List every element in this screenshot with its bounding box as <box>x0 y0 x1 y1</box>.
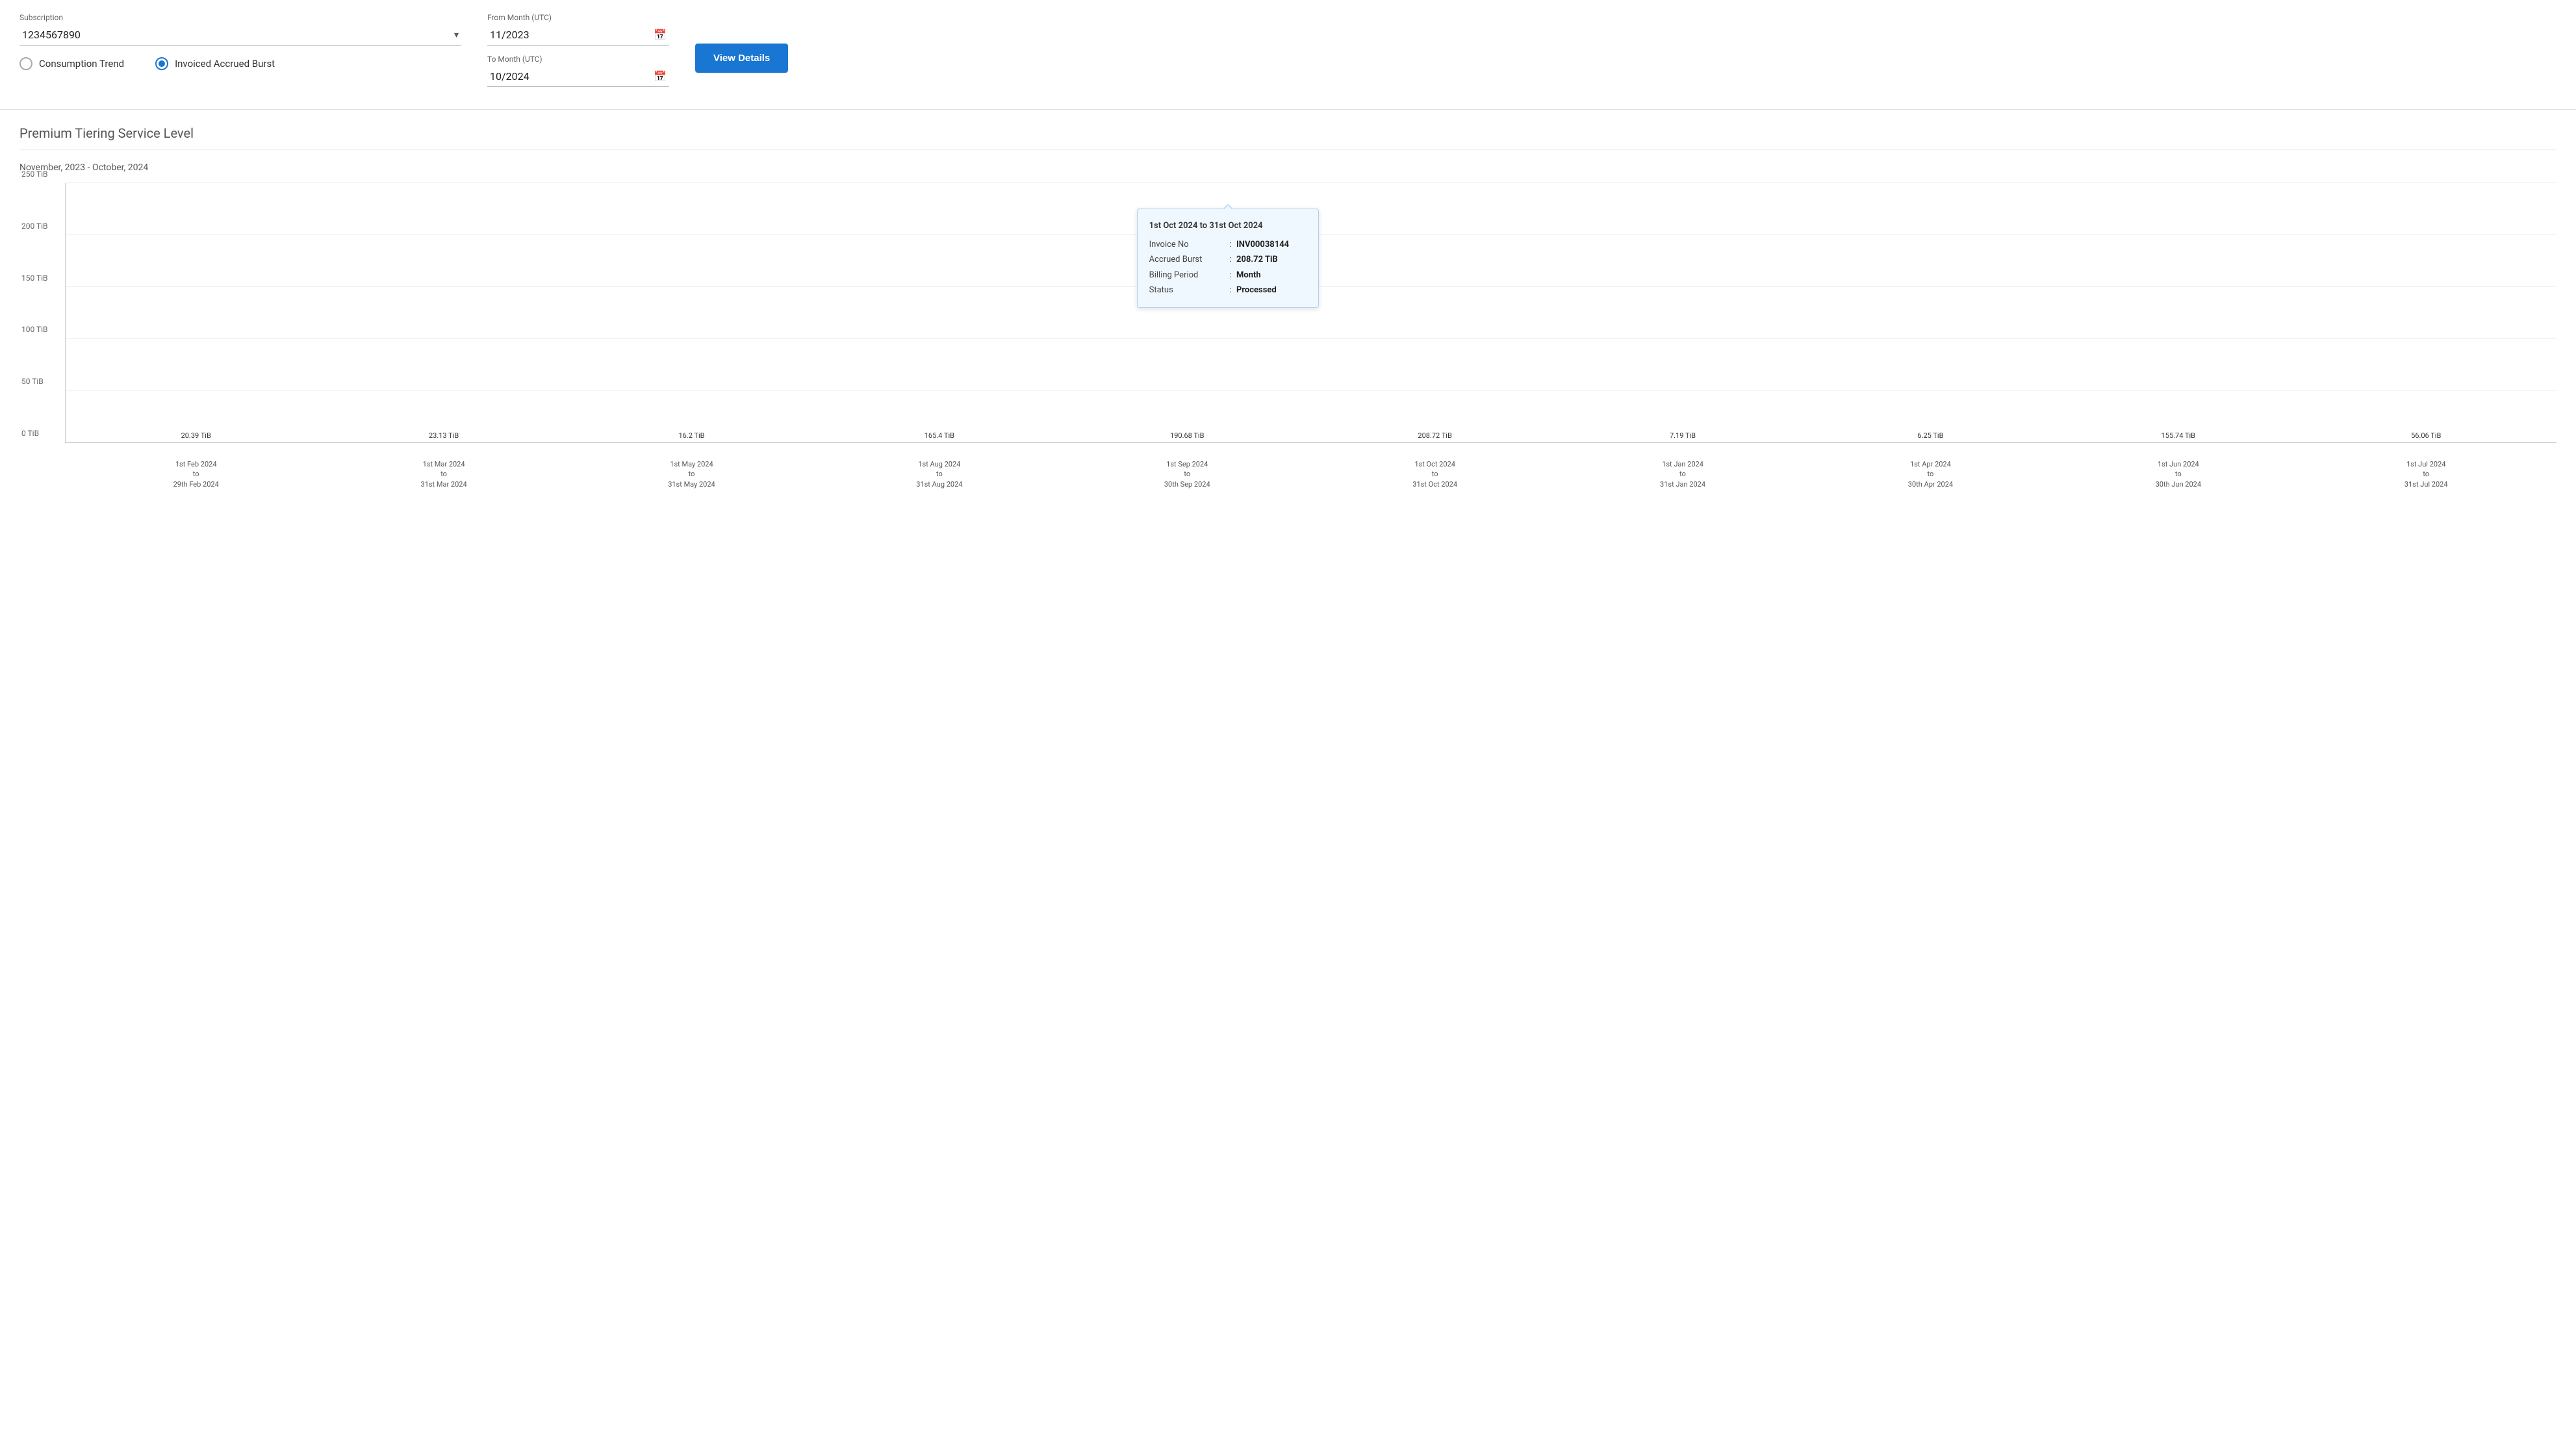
dropdown-arrow-icon: ▾ <box>454 30 459 40</box>
bar-value-label: 165.4 TiB <box>925 431 954 440</box>
bar-x-label: 1st Jan 2024to31st Jan 2024 <box>1660 459 1705 489</box>
from-month-input[interactable]: 11/2023 📅 <box>487 25 669 45</box>
bar-value-label: 190.68 TiB <box>1170 431 1204 440</box>
radio-circle-invoiced <box>155 57 168 70</box>
bar-value-label: 16.2 TiB <box>678 431 704 440</box>
bar-group[interactable]: 20.39 TiB1st Feb 2024to29th Feb 2024 <box>178 431 214 442</box>
view-details-button[interactable]: View Details <box>695 44 788 73</box>
subscription-label: Subscription <box>19 13 461 22</box>
bar-group[interactable]: 165.4 TiB1st Aug 2024to31st Aug 2024 <box>921 431 958 442</box>
to-month-input[interactable]: 10/2024 📅 <box>487 66 669 87</box>
section-title: Premium Tiering Service Level <box>19 125 2557 141</box>
to-month-label: To Month (UTC) <box>487 55 669 64</box>
subscription-select[interactable]: 1234567890 ▾ <box>19 25 461 45</box>
y-axis-label: 250 TiB <box>21 170 48 179</box>
bar-x-label: 1st Mar 2024to31st Mar 2024 <box>421 459 467 489</box>
to-month-field: To Month (UTC) 10/2024 📅 <box>487 55 669 87</box>
radio-row: Consumption Trend Invoiced Accrued Burst <box>19 57 461 70</box>
bar-x-label: 1st Jul 2024to31st Jul 2024 <box>2404 459 2448 489</box>
bar-value-label: 208.72 TiB <box>1418 431 1451 440</box>
to-month-calendar-icon[interactable]: 📅 <box>654 70 667 83</box>
bar-group[interactable]: 23.13 TiB1st Mar 2024to31st Mar 2024 <box>426 431 462 442</box>
radio-circle-consumption <box>19 57 32 70</box>
bar-x-label: 1st Aug 2024to31st Aug 2024 <box>916 459 962 489</box>
bar-value-label: 155.74 TiB <box>2162 431 2195 440</box>
to-month-value: 10/2024 <box>490 70 654 83</box>
radio-label-invoiced: Invoiced Accrued Burst <box>175 58 275 70</box>
date-group: From Month (UTC) 11/2023 📅 To Month (UTC… <box>487 13 669 96</box>
main-section: Premium Tiering Service Level November, … <box>0 110 2576 511</box>
y-axis-label: 0 TiB <box>21 429 39 438</box>
from-month-calendar-icon[interactable]: 📅 <box>654 29 667 41</box>
top-row: Subscription 1234567890 ▾ Consumption Tr… <box>19 13 2557 96</box>
from-month-field: From Month (UTC) 11/2023 📅 <box>487 13 669 45</box>
chart-date-range: November, 2023 - October, 2024 <box>19 162 2557 173</box>
chart-container: 250 TiB200 TiB150 TiB100 TiB50 TiB0 TiB2… <box>19 183 2557 495</box>
y-axis-label: 200 TiB <box>21 222 48 231</box>
from-month-label: From Month (UTC) <box>487 13 669 22</box>
subscription-value: 1234567890 <box>22 29 81 41</box>
section-title-gray: Service Level <box>118 125 194 141</box>
section-title-blue: Premium Tiering <box>19 125 115 141</box>
bar-value-label: 7.19 TiB <box>1670 431 1696 440</box>
bar-value-label: 20.39 TiB <box>181 431 211 440</box>
bar-value-label: 6.25 TiB <box>1917 431 1943 440</box>
bar-group[interactable]: 56.06 TiB1st Jul 2024to31st Jul 2024 <box>2408 431 2444 442</box>
bar-group[interactable]: 6.25 TiB1st Apr 2024to30th Apr 2024 <box>1912 431 1948 442</box>
bar-group[interactable]: 16.2 TiB1st May 2024to31st May 2024 <box>673 431 709 442</box>
bar-value-label: 56.06 TiB <box>2411 431 2441 440</box>
bar-x-label: 1st Feb 2024to29th Feb 2024 <box>173 459 219 489</box>
from-month-value: 11/2023 <box>490 29 654 41</box>
top-section: Subscription 1234567890 ▾ Consumption Tr… <box>0 0 2576 110</box>
bar-group[interactable]: 7.19 TiB1st Jan 2024to31st Jan 2024 <box>1664 431 1701 442</box>
bar-x-label: 1st Apr 2024to30th Apr 2024 <box>1908 459 1953 489</box>
bar-group[interactable]: 155.74 TiB1st Jun 2024to30th Jun 2024 <box>2160 431 2197 442</box>
bar-value-label: 23.13 TiB <box>429 431 459 440</box>
bar-x-label: 1st Sep 2024to30th Sep 2024 <box>1164 459 1210 489</box>
chart-area: 250 TiB200 TiB150 TiB100 TiB50 TiB0 TiB2… <box>65 183 2557 443</box>
radio-invoiced[interactable]: Invoiced Accrued Burst <box>155 57 275 70</box>
bar-x-label: 1st Oct 2024to31st Oct 2024 <box>1412 459 1457 489</box>
subscription-group: Subscription 1234567890 ▾ Consumption Tr… <box>19 13 461 70</box>
radio-consumption[interactable]: Consumption Trend <box>19 57 124 70</box>
y-axis-label: 150 TiB <box>21 274 48 283</box>
bar-group[interactable]: 190.68 TiB1st Sep 2024to30th Sep 2024 <box>1169 431 1205 442</box>
bar-x-label: 1st Jun 2024to30th Jun 2024 <box>2156 459 2201 489</box>
bar-x-label: 1st May 2024to31st May 2024 <box>668 459 715 489</box>
y-axis-label: 100 TiB <box>21 325 48 334</box>
radio-label-consumption: Consumption Trend <box>39 58 124 70</box>
bar-group[interactable]: 208.72 TiB1st Oct 2024to31st Oct 2024 <box>1417 431 1453 442</box>
y-axis-label: 50 TiB <box>21 377 44 386</box>
bars-row: 20.39 TiB1st Feb 2024to29th Feb 2024 23.1… <box>66 183 2557 442</box>
